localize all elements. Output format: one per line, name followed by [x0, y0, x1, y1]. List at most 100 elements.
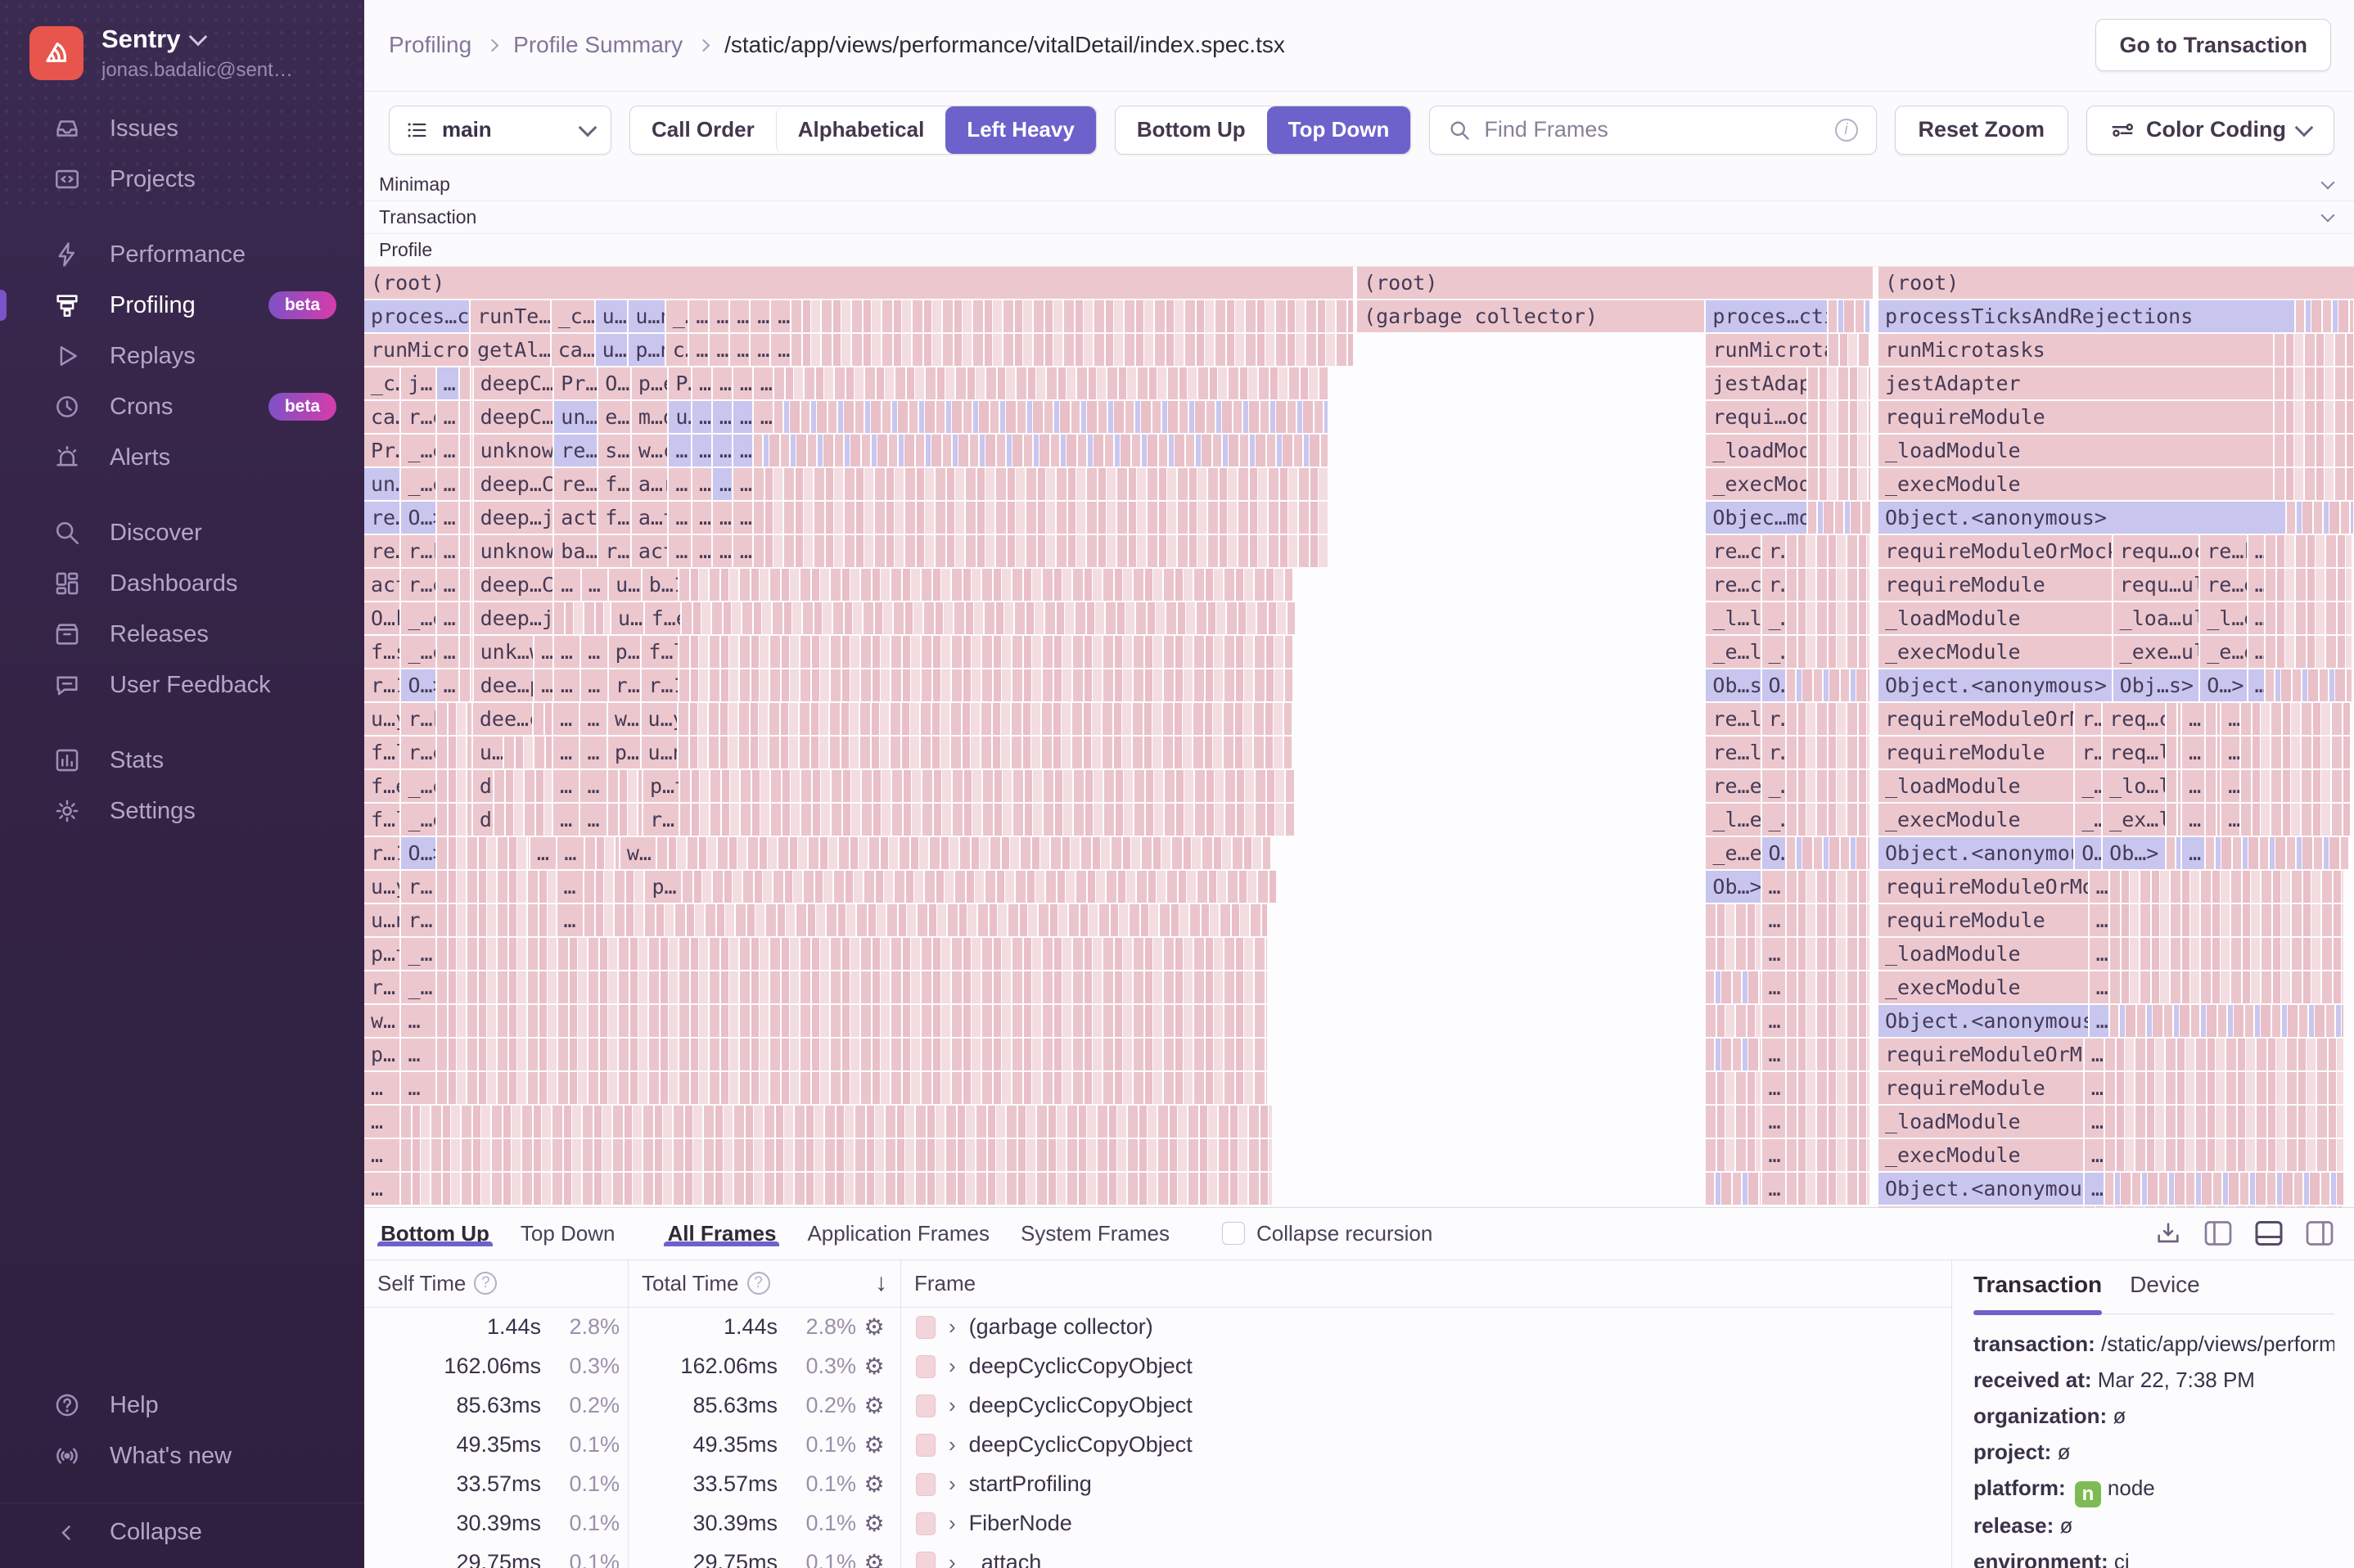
total-time-cell[interactable]: 33.57ms 0.1% ⚙ [629, 1465, 900, 1504]
flame-frame[interactable]: … [553, 669, 580, 701]
flame-frame[interactable]: f…l [364, 803, 400, 836]
flame-frame[interactable]: _e…e [2200, 635, 2247, 668]
flame-frame[interactable]: … [733, 367, 752, 399]
flame-frame[interactable]: P… [669, 367, 691, 399]
flame-frame[interactable] [2109, 870, 2343, 903]
flame-frame[interactable] [679, 635, 1292, 668]
flame-frame[interactable]: f…e [364, 769, 400, 802]
self-time-cell[interactable]: 49.35ms 0.1% [364, 1426, 628, 1465]
flame-frame[interactable] [1786, 534, 1869, 567]
flame-frame[interactable] [2266, 635, 2352, 668]
flame-frame[interactable]: … [710, 300, 729, 332]
flame-frame[interactable]: … [1761, 1004, 1785, 1037]
flame-frame[interactable] [436, 769, 471, 802]
flame-frame[interactable] [1786, 870, 1869, 903]
flame-frame[interactable]: … [692, 534, 711, 567]
sidebar-item-replays[interactable]: Replays [0, 331, 364, 381]
flame-frame[interactable]: … [692, 467, 711, 500]
sidebar-item-crons[interactable]: Crons beta [0, 381, 364, 432]
flame-frame[interactable]: e…e [598, 400, 630, 433]
flame-frame[interactable] [436, 836, 529, 869]
flame-frame[interactable] [1786, 769, 1869, 802]
flame-frame[interactable] [1706, 937, 1761, 970]
flame-frame[interactable]: … [2084, 1038, 2104, 1070]
flame-frame[interactable]: … [2084, 1172, 2104, 1205]
flame-frame[interactable]: p…n [629, 333, 665, 366]
info-icon[interactable]: i [1834, 118, 1858, 142]
flame-frame[interactable]: … [771, 333, 791, 366]
self-time-cell[interactable]: 30.39ms 0.1% [364, 1504, 628, 1543]
total-time-cell[interactable]: 30.39ms 0.1% ⚙ [629, 1504, 900, 1543]
flame-frame[interactable] [2105, 1172, 2343, 1205]
flame-frame[interactable]: r… [364, 971, 400, 1003]
sidebar-item-releases[interactable]: Releases [0, 609, 364, 660]
flame-frame[interactable]: _loa…ule [2113, 602, 2199, 634]
flame-frame[interactable]: … [2221, 769, 2239, 802]
flame-frame[interactable]: … [669, 467, 691, 500]
flame-frame[interactable] [679, 669, 1292, 701]
flame-frame[interactable]: u…n [641, 736, 678, 768]
flame-frame[interactable]: dee…py [473, 669, 534, 701]
flame-frame[interactable] [773, 367, 1328, 399]
flame-frame[interactable]: … [557, 903, 583, 936]
flame-frame[interactable]: … [753, 400, 773, 433]
flame-frame[interactable]: _…e [401, 635, 435, 668]
flame-frame[interactable] [791, 333, 1354, 366]
flame-frame[interactable]: f…s [364, 635, 400, 668]
flame-frame[interactable] [682, 602, 1296, 634]
flame-frame[interactable]: requ…ock [2113, 534, 2199, 567]
flame-frame[interactable]: deep…ject [473, 602, 553, 634]
flame-frame[interactable] [436, 1071, 1268, 1104]
flame-frame[interactable] [1706, 971, 1761, 1003]
flame-frame[interactable]: (root) [1357, 266, 1873, 299]
flame-frame[interactable] [753, 467, 1328, 500]
flame-frame[interactable] [584, 836, 619, 869]
flame-frame[interactable]: re…er [554, 434, 598, 466]
flame-frame[interactable]: … [436, 400, 459, 433]
self-time-cell[interactable]: 33.57ms 0.1% [364, 1465, 628, 1504]
flame-frame[interactable] [1786, 1172, 1869, 1205]
table-row-frame[interactable]: › (garbage collector) [901, 1308, 1951, 1347]
flame-frame[interactable]: proces…ctions [364, 300, 470, 332]
flame-frame[interactable]: _…e [401, 602, 435, 634]
flame-frame[interactable]: ba…$1 [554, 534, 598, 567]
flame-frame[interactable]: Ob…s> [1706, 669, 1761, 701]
flame-frame[interactable]: … [2182, 836, 2204, 869]
flame-frame[interactable]: (root) [1878, 266, 2354, 299]
total-time-cell[interactable]: 85.63ms 0.2% ⚙ [629, 1386, 900, 1426]
flame-frame[interactable]: … [712, 501, 732, 534]
flame-frame[interactable]: Pr…ed [554, 367, 598, 399]
flame-frame[interactable] [680, 769, 1294, 802]
flame-frame[interactable]: unk…wn [473, 635, 534, 668]
flame-frame[interactable]: r…k [401, 534, 435, 567]
flame-frame[interactable] [2275, 367, 2354, 399]
flame-frame[interactable]: … [710, 333, 729, 366]
flame-frame[interactable]: … [2089, 1004, 2108, 1037]
flame-frame[interactable] [2166, 803, 2181, 836]
flame-frame[interactable] [1828, 300, 1870, 332]
flame-frame[interactable]: … [580, 803, 607, 836]
flame-frame[interactable]: … [751, 333, 770, 366]
flame-frame[interactable] [2205, 836, 2349, 869]
flame-frame[interactable]: re…ck [1706, 534, 1761, 567]
flame-frame[interactable]: O…e [598, 367, 630, 399]
flame-frame[interactable] [1786, 1071, 1869, 1104]
total-time-cell[interactable]: 29.75ms 0.1% ⚙ [629, 1543, 900, 1568]
flame-frame[interactable]: r…1 [642, 669, 678, 701]
sidebar-item-help[interactable]: Help [0, 1380, 364, 1431]
flame-frame[interactable]: r… [1761, 702, 1785, 735]
flame-frame[interactable]: un…wn [554, 400, 598, 433]
expand-chevron-icon[interactable]: › [949, 1393, 956, 1418]
flame-frame[interactable]: requireModuleOrMock [1878, 870, 2088, 903]
flame-frame[interactable]: … [2221, 702, 2239, 735]
flame-frame[interactable] [2275, 333, 2354, 366]
flame-frame[interactable]: _…e [401, 467, 435, 500]
flame-frame[interactable]: _l…e [1706, 803, 1761, 836]
flame-frame[interactable] [1808, 367, 1870, 399]
flame-frame[interactable]: … [669, 434, 691, 466]
flame-frame[interactable] [773, 400, 1328, 433]
flame-frame[interactable] [607, 769, 642, 802]
flame-frame[interactable]: re…r [364, 501, 400, 534]
flame-frame[interactable]: … [1761, 1071, 1785, 1104]
flame-frame[interactable] [1786, 803, 1869, 836]
